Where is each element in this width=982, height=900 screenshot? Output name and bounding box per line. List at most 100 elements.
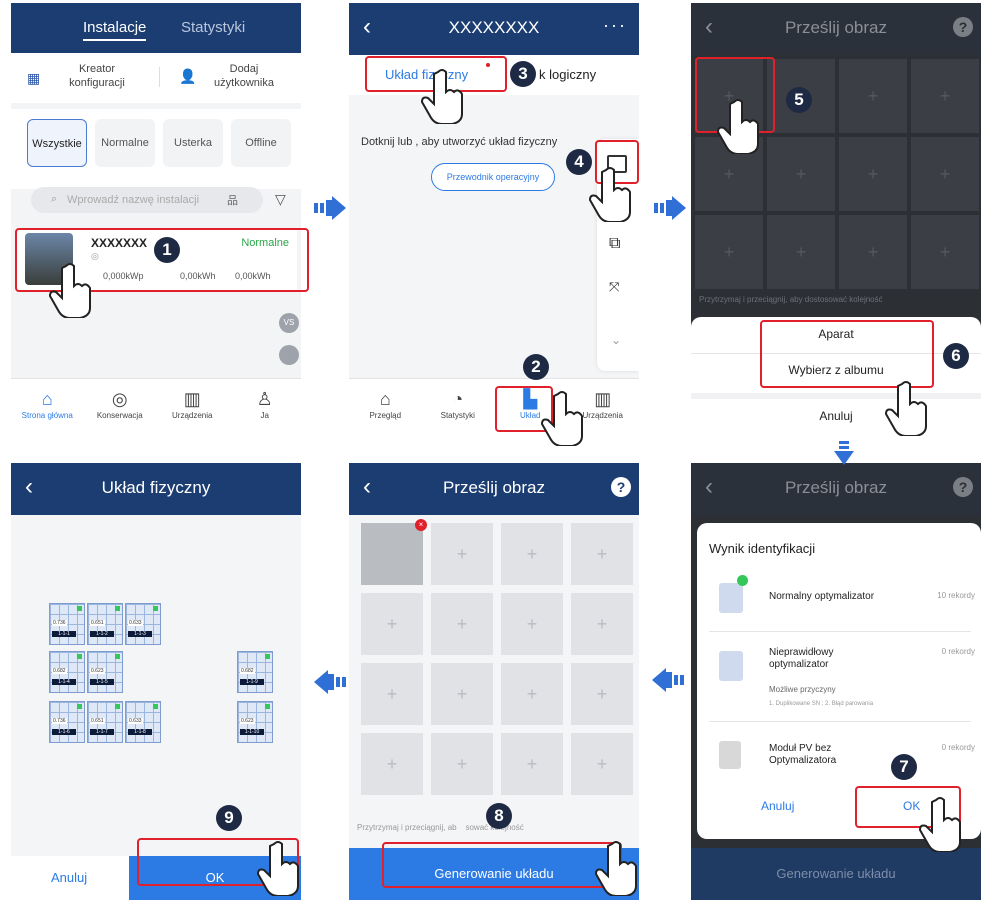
help-icon[interactable]: ?	[611, 477, 631, 497]
nav-statistics[interactable]: ◔ Statystyki	[422, 379, 495, 440]
pv-module[interactable]: 0.623 1-1-10	[237, 701, 273, 743]
invalid-optimizer-label: Nieprawidłowy optymalizator	[769, 647, 834, 670]
filter-fault[interactable]: Usterka	[163, 119, 223, 167]
camera-badge-icon[interactable]	[279, 345, 299, 365]
org-icon[interactable]: 品	[227, 192, 238, 208]
nav-home-label: Strona główna	[21, 411, 73, 420]
search-input[interactable]: ⌕ Wprowadź nazwę instalacji 品	[31, 187, 263, 213]
cancel-button[interactable]: Anuluj	[761, 799, 794, 813]
module-value: 0.623	[240, 718, 255, 724]
image-slot[interactable]: +	[431, 663, 493, 725]
image-slot[interactable]: +	[431, 593, 493, 655]
pointer-hand-icon	[716, 99, 759, 154]
uploaded-image-thumbnail[interactable]: ×	[361, 519, 427, 585]
pv-module[interactable]: 0.736 1-1-1	[49, 603, 85, 645]
online-indicator	[77, 704, 82, 709]
guide-button[interactable]: Przewodnik operacyjny	[431, 163, 555, 191]
nav-home[interactable]: ⌂ Strona główna	[11, 379, 84, 440]
possible-causes-label: Możliwe przyczyny	[769, 685, 836, 694]
tab-logical-layout[interactable]: k logiczny	[539, 67, 596, 82]
pv-module[interactable]: 0.651 1-1-7	[87, 701, 123, 743]
image-slot[interactable]: +	[571, 733, 633, 795]
pointer-hand-icon	[256, 841, 299, 896]
pv-module[interactable]: 0.651 1-1-2	[87, 603, 123, 645]
module-value: 0.736	[52, 620, 67, 626]
vs-badge[interactable]: VS	[279, 313, 299, 333]
image-slot[interactable]: +	[839, 137, 907, 211]
setup-wizard-button[interactable]: Kreator konfiguracji	[67, 62, 127, 90]
navbar: ‹ Prześlij obraz ?	[691, 463, 981, 515]
pv-module[interactable]: 0.682 1-1-9	[237, 651, 273, 693]
filter-offline[interactable]: Offline	[231, 119, 291, 167]
nav-overview[interactable]: ⌂ Przegląd	[349, 379, 422, 440]
online-indicator	[115, 606, 120, 611]
user-icon: ♙	[256, 389, 273, 409]
module-value: 0.682	[52, 668, 67, 674]
pv-module[interactable]: 0.633 1-1-3	[125, 603, 161, 645]
pointer-hand-icon	[884, 381, 927, 436]
image-slot[interactable]: +	[839, 215, 907, 289]
pv-module[interactable]: 0.623 1-1-5	[87, 651, 123, 693]
module-value: 0.623	[90, 668, 105, 674]
highlight-sheet-options	[760, 320, 934, 388]
navbar: ‹ Prześlij obraz ?	[349, 463, 639, 515]
image-slot[interactable]: +	[571, 523, 633, 585]
module-id: 1-1-6	[52, 729, 76, 735]
module-value: 0.651	[90, 620, 105, 626]
pv-module[interactable]: 0.633 1-1-8	[125, 701, 161, 743]
pv-module[interactable]: 0.736 1-1-6	[49, 701, 85, 743]
generate-layout-button: Generowanie układu	[691, 848, 981, 900]
image-slot[interactable]: +	[839, 59, 907, 133]
image-slot[interactable]: +	[501, 663, 563, 725]
module-id: 1-1-3	[128, 631, 152, 637]
image-slot[interactable]: +	[767, 137, 835, 211]
page-title: Prześlij obraz	[442, 478, 546, 497]
image-slot[interactable]: +	[911, 215, 979, 289]
image-slot[interactable]: +	[361, 733, 423, 795]
pv-module[interactable]: 0.682 1-1-4	[49, 651, 85, 693]
reorder-hint: Przytrzymaj i przeciągnij, aby dostosowa…	[699, 295, 883, 304]
layers-icon[interactable]: ⧉	[609, 235, 620, 253]
image-slot[interactable]: +	[431, 523, 493, 585]
image-slot[interactable]: +	[911, 59, 979, 133]
image-slot[interactable]: +	[767, 215, 835, 289]
module-id: 1-1-9	[240, 679, 264, 685]
add-user-button[interactable]: Dodaj użytkownika	[201, 62, 287, 90]
module-value: 0.633	[128, 718, 143, 724]
image-slot[interactable]: +	[501, 523, 563, 585]
help-icon[interactable]: ?	[953, 477, 973, 497]
possible-causes-list: 1. Duplikowane SN ; 2. Błąd parowania	[769, 701, 874, 707]
image-slot[interactable]: +	[361, 663, 423, 725]
image-slot[interactable]: +	[571, 593, 633, 655]
image-slot[interactable]: +	[571, 663, 633, 725]
nav-maintenance[interactable]: ◎ Konserwacja	[84, 379, 157, 440]
image-slot[interactable]: +	[501, 593, 563, 655]
help-icon[interactable]: ?	[953, 17, 973, 37]
step-number: 1	[154, 237, 180, 263]
filter-icon[interactable]: ▽	[275, 191, 286, 208]
more-icon[interactable]: ···	[603, 15, 627, 36]
image-slot[interactable]: +	[501, 733, 563, 795]
cancel-button[interactable]: Anuluj	[51, 870, 87, 885]
filter-normal[interactable]: Normalne	[95, 119, 155, 167]
cancel-option[interactable]: Anuluj	[691, 409, 981, 423]
module-value: 0.736	[52, 718, 67, 724]
image-slot[interactable]: +	[431, 733, 493, 795]
image-slot[interactable]: +	[695, 215, 763, 289]
remove-image-icon[interactable]: ×	[415, 519, 427, 531]
nav-me[interactable]: ♙ Ja	[229, 379, 302, 440]
nav-devices[interactable]: ▥ Urządzenia	[156, 379, 229, 440]
pv-module-map: 0.736 1-1-1 0.651 1-1-2 0.633 1-1-3 0.682 1-1-4…	[11, 515, 301, 835]
tab-statistics[interactable]: Statystyki	[181, 19, 245, 36]
online-indicator	[115, 654, 120, 659]
chevron-down-icon[interactable]: ⌄	[611, 333, 621, 347]
collapse-icon[interactable]: ⤧	[609, 279, 619, 295]
navbar: ‹ XXXXXXXX ···	[349, 3, 639, 55]
image-slot[interactable]: +	[911, 137, 979, 211]
image-slot[interactable]: +	[361, 593, 423, 655]
highlight-generate-button	[382, 842, 622, 888]
add-user-icon: 👤	[179, 68, 197, 84]
tab-installations[interactable]: Instalacje	[83, 19, 147, 41]
nav-devices-label: Urządzenia	[172, 411, 213, 420]
filter-all[interactable]: Wszystkie	[27, 119, 87, 167]
